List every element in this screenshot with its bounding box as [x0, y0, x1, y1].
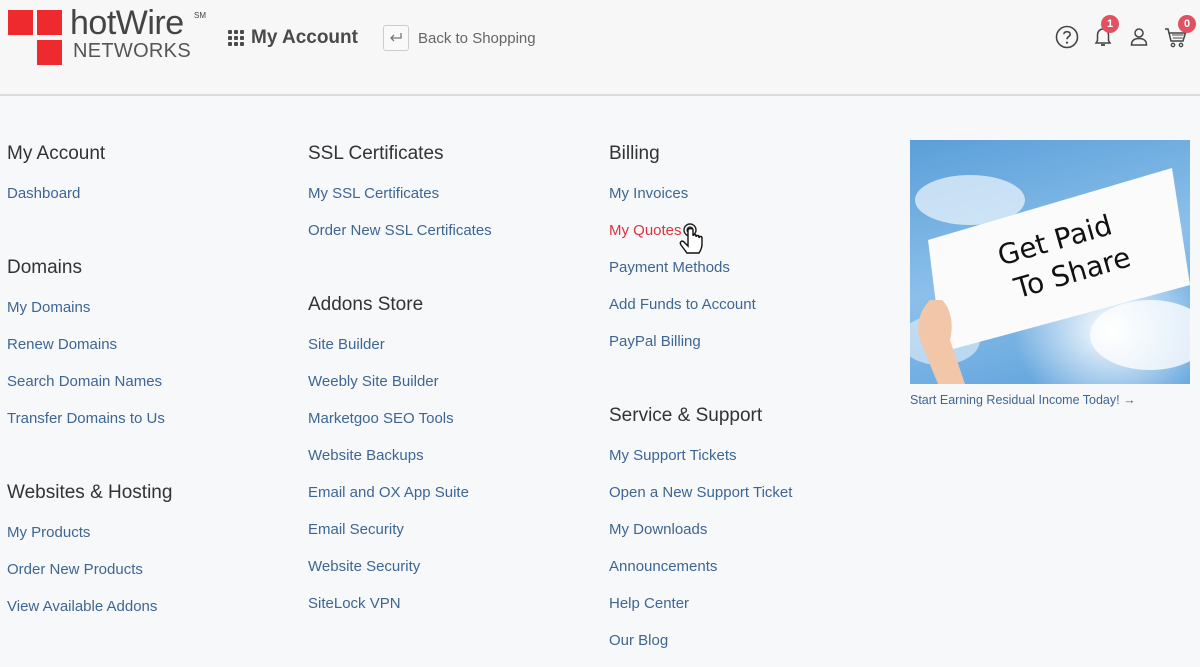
apps-grid-icon [228, 30, 244, 46]
link-help-center[interactable]: Help Center [609, 585, 792, 622]
link-my-ssl-certificates[interactable]: My SSL Certificates [308, 175, 492, 212]
logo-sm-mark: SM [194, 11, 206, 20]
header-icons: 1 0 [1050, 15, 1200, 54]
link-my-support-tickets[interactable]: My Support Tickets [609, 437, 792, 474]
link-renew-domains[interactable]: Renew Domains [7, 326, 172, 363]
link-transfer-domains[interactable]: Transfer Domains to Us [7, 400, 172, 437]
link-announcements[interactable]: Announcements [609, 548, 792, 585]
section-service-support: Service & Support My Support Tickets Ope… [609, 402, 792, 659]
link-my-invoices[interactable]: My Invoices [609, 175, 792, 212]
link-our-blog[interactable]: Our Blog [609, 622, 792, 659]
section-domains: Domains My Domains Renew Domains Search … [7, 254, 172, 437]
app-title[interactable]: My Account [228, 26, 358, 50]
promo-card: Get Paid To Share Start Earning Residual… [910, 140, 1190, 407]
link-site-builder[interactable]: Site Builder [308, 326, 492, 363]
logo-square [37, 10, 62, 35]
link-add-funds[interactable]: Add Funds to Account [609, 286, 792, 323]
back-to-shopping-button[interactable]: Back to Shopping [383, 25, 536, 51]
link-website-security[interactable]: Website Security [308, 548, 492, 585]
app-title-label: My Account [251, 27, 358, 48]
link-order-new-ssl[interactable]: Order New SSL Certificates [308, 212, 492, 249]
hotwire-logo[interactable]: hotWire SM NETWORKS [8, 4, 218, 70]
section-title: Domains [7, 257, 82, 278]
link-weebly-site-builder[interactable]: Weebly Site Builder [308, 363, 492, 400]
menu-column-billing-support: Billing My Invoices My Quotes Payment Me… [609, 140, 792, 659]
help-button[interactable] [1054, 24, 1080, 50]
section-websites-hosting: Websites & Hosting My Products Order New… [7, 479, 172, 625]
link-marketgoo-seo-tools[interactable]: Marketgoo SEO Tools [308, 400, 492, 437]
link-my-quotes[interactable]: My Quotes [609, 212, 792, 249]
link-dashboard[interactable]: Dashboard [7, 175, 172, 212]
logo-square [8, 10, 33, 35]
cart-button[interactable]: 0 [1163, 15, 1196, 50]
logo-sub-text: NETWORKS [73, 40, 191, 62]
section-my-account: My Account Dashboard [7, 140, 172, 212]
link-open-support-ticket[interactable]: Open a New Support Ticket [609, 474, 792, 511]
link-my-domains[interactable]: My Domains [7, 289, 172, 326]
link-payment-methods[interactable]: Payment Methods [609, 249, 792, 286]
promo-image[interactable]: Get Paid To Share [910, 140, 1190, 384]
link-order-new-products[interactable]: Order New Products [7, 551, 172, 588]
section-ssl-certificates: SSL Certificates My SSL Certificates Ord… [308, 140, 492, 249]
link-my-products[interactable]: My Products [7, 514, 172, 551]
back-to-shopping-label: Back to Shopping [418, 29, 536, 47]
section-billing: Billing My Invoices My Quotes Payment Me… [609, 140, 792, 360]
user-icon [1130, 28, 1148, 46]
top-header: hotWire SM NETWORKS My Account Back to S… [0, 0, 1200, 96]
notifications-badge: 1 [1101, 15, 1119, 33]
link-search-domain-names[interactable]: Search Domain Names [7, 363, 172, 400]
cart-count-badge: 0 [1178, 15, 1196, 33]
section-title: SSL Certificates [308, 143, 444, 164]
link-view-available-addons[interactable]: View Available Addons [7, 588, 172, 625]
link-my-downloads[interactable]: My Downloads [609, 511, 792, 548]
notifications-button[interactable]: 1 [1090, 15, 1119, 50]
section-title: My Account [7, 143, 106, 164]
section-title: Addons Store [308, 294, 424, 315]
link-email-security[interactable]: Email Security [308, 511, 492, 548]
account-button[interactable] [1126, 24, 1152, 50]
section-title: Service & Support [609, 405, 763, 426]
logo-brand-text: hotWire [70, 4, 184, 42]
menu-column-services: SSL Certificates My SSL Certificates Ord… [308, 140, 492, 622]
link-email-ox-app-suite[interactable]: Email and OX App Suite [308, 474, 492, 511]
section-title: Billing [609, 143, 660, 164]
menu-column-account: My Account Dashboard Domains My Domains … [7, 140, 172, 625]
logo-square [37, 40, 62, 65]
link-sitelock-vpn[interactable]: SiteLock VPN [308, 585, 492, 622]
link-paypal-billing[interactable]: PayPal Billing [609, 323, 792, 360]
section-addons-store: Addons Store Site Builder Weebly Site Bu… [308, 291, 492, 622]
return-arrow-icon [383, 25, 409, 51]
section-title: Websites & Hosting [7, 482, 173, 503]
help-icon [1055, 25, 1079, 49]
link-website-backups[interactable]: Website Backups [308, 437, 492, 474]
promo-link[interactable]: Start Earning Residual Income Today! → [910, 393, 1190, 407]
